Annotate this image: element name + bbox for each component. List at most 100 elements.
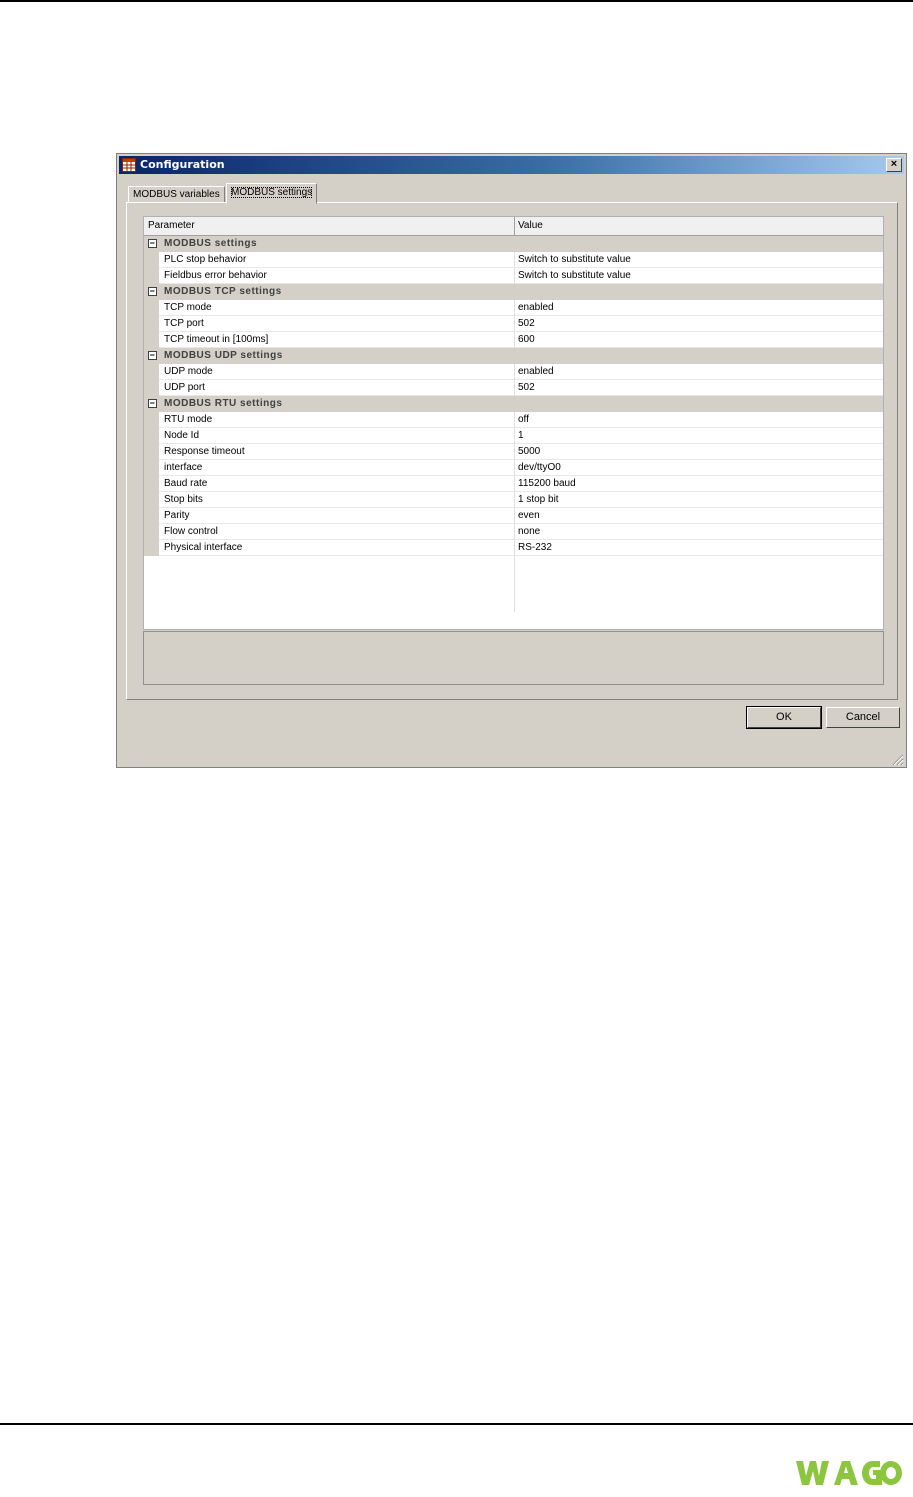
- param-name: UDP mode: [164, 366, 213, 377]
- property-row[interactable]: Baud rate 115200 baud: [144, 476, 883, 492]
- settings-grid: Parameter Value − MODBUS settings PLC st…: [143, 216, 884, 630]
- row-indent: [144, 252, 159, 268]
- property-row[interactable]: Response timeout 5000: [144, 444, 883, 460]
- group-row[interactable]: − MODBUS RTU settings: [144, 396, 883, 412]
- param-name: Fieldbus error behavior: [164, 270, 267, 281]
- property-row[interactable]: PLC stop behavior Switch to substitute va…: [144, 252, 883, 268]
- cell-divider: [514, 476, 515, 492]
- close-button[interactable]: ×: [886, 158, 902, 172]
- param-value[interactable]: 1 stop bit: [518, 492, 559, 508]
- param-value[interactable]: 115200 baud: [518, 476, 576, 492]
- param-name: PLC stop behavior: [164, 254, 247, 265]
- column-header-value[interactable]: Value: [518, 217, 543, 235]
- cell-divider: [514, 300, 515, 316]
- row-indent: [144, 540, 159, 556]
- property-row[interactable]: TCP timeout in [100ms] 600: [144, 332, 883, 348]
- param-name: Flow control: [164, 526, 218, 537]
- row-indent: [144, 492, 159, 508]
- row-indent: [144, 524, 159, 540]
- param-value[interactable]: even: [518, 508, 540, 524]
- row-indent: [144, 476, 159, 492]
- cell-divider: [514, 508, 515, 524]
- param-name: Parity: [164, 510, 190, 521]
- property-row[interactable]: UDP port 502: [144, 380, 883, 396]
- resize-grip-icon[interactable]: [892, 753, 904, 766]
- param-value[interactable]: 1: [518, 428, 524, 444]
- cell-divider: [514, 412, 515, 428]
- property-row[interactable]: Physical interface RS-232: [144, 540, 883, 556]
- group-name: MODBUS UDP settings: [164, 350, 283, 361]
- group-row[interactable]: − MODBUS TCP settings: [144, 284, 883, 300]
- param-name: Baud rate: [164, 478, 208, 489]
- param-value[interactable]: Switch to substitute value: [518, 252, 631, 268]
- property-row[interactable]: UDP mode enabled: [144, 364, 883, 380]
- column-header-parameter[interactable]: Parameter: [148, 217, 195, 235]
- param-name: TCP mode: [164, 302, 212, 313]
- tab-label: MODBUS settings: [231, 187, 313, 198]
- tab-modbus-settings[interactable]: MODBUS settings: [226, 183, 318, 204]
- param-value[interactable]: dev/ttyO0: [518, 460, 561, 476]
- property-row[interactable]: Stop bits 1 stop bit: [144, 492, 883, 508]
- param-value[interactable]: none: [518, 524, 540, 540]
- row-indent: [144, 428, 159, 444]
- property-row[interactable]: TCP port 502: [144, 316, 883, 332]
- param-name: Physical interface: [164, 542, 243, 553]
- param-value[interactable]: 600: [518, 332, 535, 348]
- dialog-title: Configuration: [140, 158, 225, 171]
- property-row[interactable]: interface dev/ttyO0: [144, 460, 883, 476]
- param-name: RTU mode: [164, 414, 213, 425]
- param-value[interactable]: Switch to substitute value: [518, 268, 631, 284]
- cell-divider: [514, 524, 515, 540]
- tab-label: MODBUS variables: [133, 189, 220, 200]
- grid-app-icon: [122, 158, 136, 172]
- ok-button[interactable]: OK: [746, 706, 822, 729]
- wago-logo: [796, 1459, 902, 1487]
- cell-divider: [514, 556, 515, 612]
- row-indent: [144, 332, 159, 348]
- cell-divider: [514, 540, 515, 556]
- row-indent: [144, 460, 159, 476]
- column-divider[interactable]: [514, 217, 515, 235]
- cell-divider: [514, 444, 515, 460]
- collapse-icon[interactable]: −: [148, 239, 157, 248]
- param-value[interactable]: enabled: [518, 300, 554, 316]
- row-indent: [144, 364, 159, 380]
- collapse-icon[interactable]: −: [148, 399, 157, 408]
- param-name: UDP port: [164, 382, 205, 393]
- property-row[interactable]: TCP mode enabled: [144, 300, 883, 316]
- cell-divider: [514, 492, 515, 508]
- property-row[interactable]: Node Id 1: [144, 428, 883, 444]
- param-value[interactable]: RS-232: [518, 540, 552, 556]
- cell-divider: [514, 428, 515, 444]
- param-value[interactable]: 5000: [518, 444, 540, 460]
- property-row[interactable]: RTU mode off: [144, 412, 883, 428]
- param-name: Node Id: [164, 430, 200, 441]
- description-panel: [143, 631, 884, 685]
- group-name: MODBUS TCP settings: [164, 286, 282, 297]
- row-indent: [144, 300, 159, 316]
- dialog-titlebar[interactable]: Configuration ×: [119, 156, 904, 174]
- group-name: MODBUS settings: [164, 238, 258, 249]
- property-row[interactable]: Fieldbus error behavior Switch to substit…: [144, 268, 883, 284]
- cell-divider: [514, 316, 515, 332]
- param-value[interactable]: 502: [518, 380, 535, 396]
- group-name: MODBUS RTU settings: [164, 398, 283, 409]
- property-row[interactable]: Parity even: [144, 508, 883, 524]
- param-value[interactable]: enabled: [518, 364, 554, 380]
- param-value[interactable]: 502: [518, 316, 535, 332]
- collapse-icon[interactable]: −: [148, 351, 157, 360]
- cancel-button[interactable]: Cancel: [826, 707, 900, 728]
- page-top-rule: [0, 0, 913, 2]
- group-row[interactable]: − MODBUS UDP settings: [144, 348, 883, 364]
- param-name: interface: [164, 462, 203, 473]
- collapse-icon[interactable]: −: [148, 287, 157, 296]
- cell-divider: [514, 380, 515, 396]
- configuration-dialog: Configuration × MODBUS variables MODBUS …: [116, 153, 907, 768]
- row-indent: [144, 268, 159, 284]
- group-row[interactable]: − MODBUS settings: [144, 236, 883, 252]
- param-name: Stop bits: [164, 494, 203, 505]
- property-row[interactable]: Flow control none: [144, 524, 883, 540]
- row-indent: [144, 380, 159, 396]
- param-value[interactable]: off: [518, 412, 529, 428]
- tab-modbus-variables[interactable]: MODBUS variables: [128, 186, 225, 203]
